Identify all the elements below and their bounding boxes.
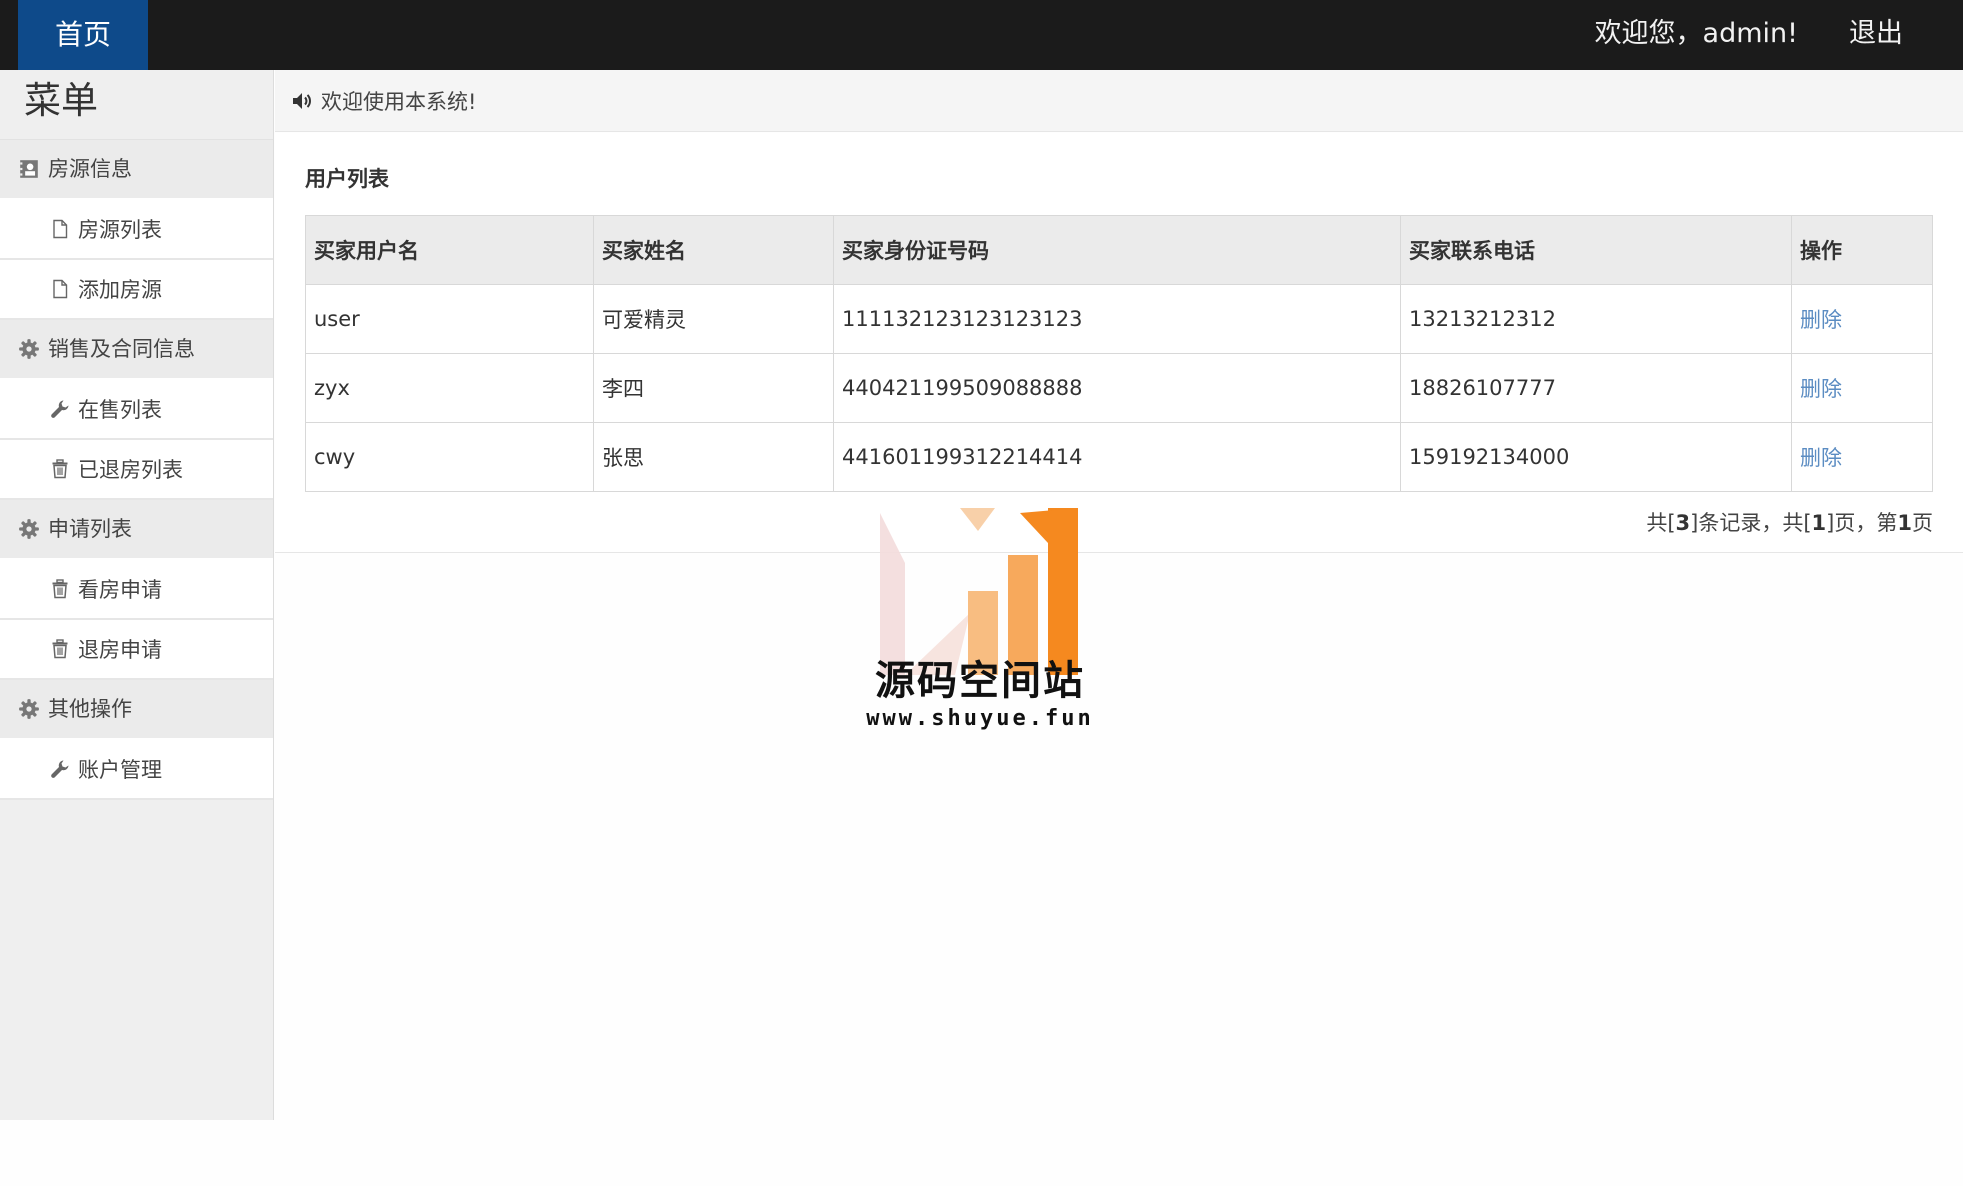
table-header-row: 买家用户名 买家姓名 买家身份证号码 买家联系电话 操作: [305, 215, 1933, 285]
sidebar-item-house-list[interactable]: 房源列表: [0, 200, 273, 260]
sidebar-item-on-sale[interactable]: 在售列表: [0, 380, 273, 440]
logout-link[interactable]: 退出: [1849, 0, 1903, 70]
sidebar-item-label: 添加房源: [78, 278, 162, 302]
welcome-user-text: 欢迎您，admin!: [1594, 18, 1798, 49]
cell-action: 删除: [1791, 284, 1933, 354]
contact-card-icon: [20, 160, 38, 178]
gear-icon: [19, 519, 39, 539]
cell-name: 张思: [593, 422, 834, 492]
cell-name: 可爱精灵: [593, 284, 834, 354]
table-row: cwy 张思 441601199312214414 159192134000 删…: [305, 422, 1933, 492]
pager-pages: 1: [1811, 511, 1827, 535]
table-row: zyx 李四 440421199509088888 18826107777 删除: [305, 353, 1933, 423]
sidebar-item-label: 房源列表: [78, 218, 162, 242]
cell-phone: 159192134000: [1400, 422, 1792, 492]
cell-id-number: 111132123123123123: [833, 284, 1401, 354]
sidebar-group-applications[interactable]: 申请列表: [0, 500, 273, 560]
sidebar-item-label: 看房申请: [78, 578, 162, 602]
column-header: 买家联系电话: [1400, 215, 1792, 285]
table-row: user 可爱精灵 111132123123123123 13213212312…: [305, 284, 1933, 354]
sidebar-group-label: 销售及合同信息: [48, 337, 195, 361]
column-header: 买家姓名: [593, 215, 834, 285]
watermark-url: www.shuyue.fun: [866, 706, 1094, 731]
sidebar-group-label: 申请列表: [48, 517, 132, 541]
notice-text: 欢迎使用本系统!: [321, 89, 477, 114]
cell-name: 李四: [593, 353, 834, 423]
welcome-notice-bar: 欢迎使用本系统!: [275, 70, 1963, 132]
column-header: 买家身份证号码: [833, 215, 1401, 285]
gear-icon: [19, 699, 39, 719]
sidebar-item-add-house[interactable]: 添加房源: [0, 260, 273, 320]
sidebar-menu: 菜单 房源信息 房源列表 添加房源 销售及合同信息 在售列表 已退房列表 申请列…: [0, 70, 274, 1120]
cell-phone: 13213212312: [1400, 284, 1792, 354]
wrench-icon: [51, 400, 69, 418]
menu-title: 菜单: [0, 70, 273, 140]
file-icon: [53, 219, 68, 239]
sidebar-item-label: 退房申请: [78, 638, 162, 662]
user-table: 买家用户名 买家姓名 买家身份证号码 买家联系电话 操作 user 可爱精灵 1…: [305, 215, 1933, 492]
pager-total: 3: [1675, 511, 1691, 535]
cell-id-number: 440421199509088888: [833, 353, 1401, 423]
cell-username: zyx: [305, 353, 594, 423]
wrench-icon: [51, 760, 69, 778]
top-navbar: 首页 欢迎您，admin! 退出: [0, 0, 1963, 70]
pager-text: ]页，第: [1826, 511, 1898, 535]
delete-link[interactable]: 删除: [1800, 308, 1842, 332]
sidebar-group-label: 房源信息: [48, 157, 132, 181]
sidebar-item-label: 已退房列表: [78, 458, 183, 482]
cell-action: 删除: [1791, 422, 1933, 492]
pagination-info: 共[3]条记录，共[1]页，第1页: [1646, 507, 1933, 537]
column-header: 操作: [1791, 215, 1933, 285]
trash-icon: [52, 459, 68, 479]
watermark-title: 源码空间站: [875, 658, 1085, 704]
pager-text: 页: [1912, 511, 1933, 535]
user-list-panel: 用户列表 买家用户名 买家姓名 买家身份证号码 买家联系电话 操作 user 可…: [275, 133, 1963, 553]
file-icon: [53, 279, 68, 299]
pager-current: 1: [1897, 511, 1912, 535]
pager-text: ]条记录，共[: [1690, 511, 1812, 535]
column-header: 买家用户名: [305, 215, 594, 285]
trash-icon: [52, 639, 68, 659]
panel-title: 用户列表: [305, 167, 389, 191]
sidebar-group-house-info[interactable]: 房源信息: [0, 140, 273, 200]
home-nav-button[interactable]: 首页: [18, 0, 148, 70]
delete-link[interactable]: 删除: [1800, 377, 1842, 401]
sidebar-group-other[interactable]: 其他操作: [0, 680, 273, 740]
sidebar-group-label: 其他操作: [48, 697, 132, 721]
cell-phone: 18826107777: [1400, 353, 1792, 423]
sidebar-item-viewing-requests[interactable]: 看房申请: [0, 560, 273, 620]
pager-text: 共[: [1646, 511, 1676, 535]
delete-link[interactable]: 删除: [1800, 446, 1842, 470]
cell-action: 删除: [1791, 353, 1933, 423]
sidebar-item-account-management[interactable]: 账户管理: [0, 740, 273, 800]
sidebar-item-label: 账户管理: [78, 758, 162, 782]
sidebar-item-return-requests[interactable]: 退房申请: [0, 620, 273, 680]
sidebar-group-sales-contracts[interactable]: 销售及合同信息: [0, 320, 273, 380]
volume-icon: [293, 92, 311, 109]
sidebar-item-returned-list[interactable]: 已退房列表: [0, 440, 273, 500]
sidebar-item-label: 在售列表: [78, 398, 162, 422]
gear-icon: [19, 339, 39, 359]
cell-username: cwy: [305, 422, 594, 492]
trash-icon: [52, 579, 68, 599]
cell-username: user: [305, 284, 594, 354]
